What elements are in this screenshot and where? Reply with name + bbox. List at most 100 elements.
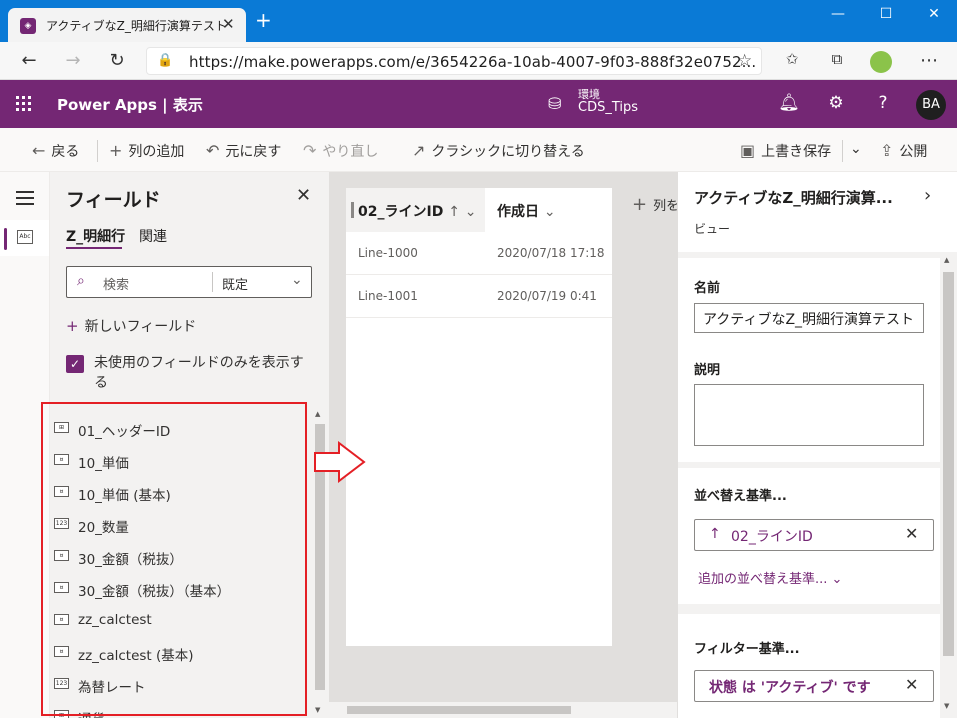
add-column-label: 列の追加 [128, 144, 185, 160]
sort-ascending-icon: ↑ [709, 526, 721, 542]
add-sort-label: 追加の並べ替え基準... [698, 572, 828, 587]
column-header-line-id[interactable]: 02_ラインID ↑ ⌄ [346, 188, 485, 232]
resize-handle[interactable] [351, 202, 354, 218]
scroll-down-icon[interactable]: ▼ [944, 702, 949, 710]
sort-section: 並べ替え基準... ↑ 02_ラインID ✕ 追加の並べ替え基準... ⌄ [678, 468, 940, 604]
forward-arrow-icon[interactable]: → [62, 50, 84, 71]
plus-icon: + [632, 194, 648, 215]
favorite-star-icon[interactable]: ☆ [737, 51, 752, 71]
divider [212, 272, 213, 292]
environment-name[interactable]: CDS_Tips [578, 100, 638, 115]
chevron-down-icon[interactable]: ⌄ [465, 204, 477, 220]
hamburger-menu-icon[interactable] [16, 191, 34, 209]
extension-icon[interactable] [870, 51, 892, 73]
settings-gear-icon[interactable]: ⚙ [825, 93, 847, 113]
more-menu-icon[interactable]: ⋯ [918, 50, 940, 71]
sort-chip[interactable]: ↑ 02_ラインID ✕ [694, 519, 934, 551]
browser-tab[interactable]: ◈ アクティブなZ_明細行演算テスト ✕ [8, 8, 246, 42]
filter-label: フィルター基準... [694, 642, 800, 657]
add-column-button[interactable]: + 列の追加 [109, 141, 184, 161]
chevron-down-icon[interactable]: ⌄ [544, 204, 556, 220]
name-field[interactable]: アクティブなZ_明細行演算テスト [694, 303, 924, 333]
view-subtitle: ビュー [694, 222, 731, 236]
refresh-icon[interactable]: ↻ [106, 50, 128, 71]
back-button[interactable]: ← 戻る [32, 141, 79, 161]
table-row[interactable]: Line-1000 2020/07/18 17:18 [346, 232, 612, 275]
properties-scrollbar[interactable]: ▲ ▼ [940, 252, 957, 718]
help-question-icon[interactable]: ? [872, 93, 894, 113]
filter-chip[interactable]: 状態 は 'アクティブ' です ✕ [694, 670, 934, 702]
new-field-button[interactable]: + 新しいフィールド [66, 316, 196, 336]
tab-title: アクティブなZ_明細行演算テスト [46, 19, 227, 33]
save-options-chevron-icon[interactable]: ⌄ [850, 141, 862, 157]
plus-icon: + [109, 141, 123, 160]
save-label: 上書き保存 [761, 144, 832, 160]
back-arrow-icon[interactable]: ← [18, 50, 40, 71]
name-label: 名前 [694, 281, 721, 296]
rail-item-fields[interactable]: Abc [0, 220, 49, 256]
new-field-label: 新しいフィールド [84, 319, 197, 335]
scroll-up-icon[interactable]: ▲ [315, 410, 320, 418]
sort-field-label: 02_ラインID [731, 529, 813, 545]
add-sort-link[interactable]: 追加の並べ替え基準... ⌄ [698, 568, 842, 587]
general-section: 名前 アクティブなZ_明細行演算テスト 説明 [678, 258, 940, 462]
switch-classic-button[interactable]: ↗ クラシックに切り替える [412, 141, 585, 161]
view-canvas: 02_ラインID ↑ ⌄ 作成日 ⌄ Line-1000 2020/07/18 … [329, 172, 679, 718]
power-apps-favicon-icon: ◈ [20, 18, 36, 34]
tab-close-icon[interactable]: ✕ [222, 15, 235, 33]
tab-related[interactable]: 関連 [139, 226, 167, 246]
table-cell: 2020/07/18 17:18 [497, 246, 605, 260]
add-column-label: 列を [653, 199, 680, 214]
canvas-horizontal-scrollbar[interactable] [329, 702, 677, 718]
sort-ascending-icon: ↑ [448, 204, 460, 220]
table-cell: Line-1000 [358, 246, 418, 260]
publish-button[interactable]: ⇪ 公開 [880, 141, 927, 161]
table-cell: Line-1001 [358, 289, 418, 303]
description-field[interactable] [694, 384, 924, 446]
favorites-icon[interactable]: ✩ [781, 50, 803, 68]
power-apps-header: Power Apps | 表示 ⛁ 環境 CDS_Tips 🔔︎ ⚙ ? BA [0, 80, 957, 128]
sort-label: 並べ替え基準... [694, 489, 787, 504]
view-title: アクティブなZ_明細行演算... [694, 189, 893, 207]
minimize-button[interactable]: — [828, 6, 848, 22]
save-button[interactable]: ▣ 上書き保存 [740, 141, 831, 161]
maximize-button[interactable]: ☐ [876, 6, 896, 22]
unused-only-checkbox[interactable]: ✓ [66, 355, 84, 373]
divider [842, 140, 843, 162]
save-disk-icon: ▣ [740, 141, 756, 160]
chevron-right-icon[interactable]: › [924, 185, 931, 206]
column-header-label: 02_ラインID [358, 204, 444, 220]
scrollbar-thumb[interactable] [347, 706, 571, 714]
chevron-down-icon[interactable]: ⌄ [291, 272, 303, 288]
redo-label: やり直し [322, 144, 379, 160]
close-window-button[interactable]: ✕ [924, 6, 944, 22]
properties-header: アクティブなZ_明細行演算... › ビュー [678, 172, 957, 252]
close-icon[interactable]: ✕ [296, 185, 311, 206]
remove-filter-icon[interactable]: ✕ [905, 675, 918, 694]
back-label: 戻る [51, 144, 80, 160]
user-avatar[interactable]: BA [916, 90, 946, 120]
scrollbar-thumb[interactable] [943, 272, 954, 656]
unused-only-label: 未使用のフィールドのみを表示する [94, 355, 304, 391]
column-header-created[interactable]: 作成日 ⌄ [497, 201, 556, 221]
tab-z-meisai[interactable]: Z_明細行 [66, 226, 125, 246]
redo-button[interactable]: ↷ やり直し [303, 141, 378, 161]
new-tab-button[interactable]: + [255, 10, 272, 30]
search-input[interactable]: 検索 [103, 274, 129, 293]
filter-section: フィルター基準... 状態 は 'アクティブ' です ✕ [678, 614, 940, 718]
url-field[interactable]: 🔒 https://make.powerapps.com/e/3654226a-… [146, 47, 762, 75]
notifications-bell-icon[interactable]: 🔔︎ [778, 93, 800, 113]
undo-button[interactable]: ↶ 元に戻す [206, 141, 281, 161]
app-launcher-icon[interactable] [16, 96, 32, 112]
undo-icon: ↶ [206, 141, 220, 160]
selection-indicator [4, 228, 7, 250]
scroll-down-icon[interactable]: ▼ [315, 706, 320, 714]
collections-icon[interactable]: ⧉ [826, 50, 848, 68]
field-filter-dropdown[interactable]: 既定 [222, 274, 248, 293]
add-column-inline-button[interactable]: + 列を [632, 194, 679, 215]
table-row[interactable]: Line-1001 2020/07/19 0:41 [346, 275, 612, 318]
scroll-up-icon[interactable]: ▲ [944, 256, 949, 264]
field-search-box[interactable]: ⌕ 検索 既定 ⌄ [66, 266, 312, 298]
description-label: 説明 [694, 363, 721, 378]
remove-sort-icon[interactable]: ✕ [905, 524, 918, 543]
